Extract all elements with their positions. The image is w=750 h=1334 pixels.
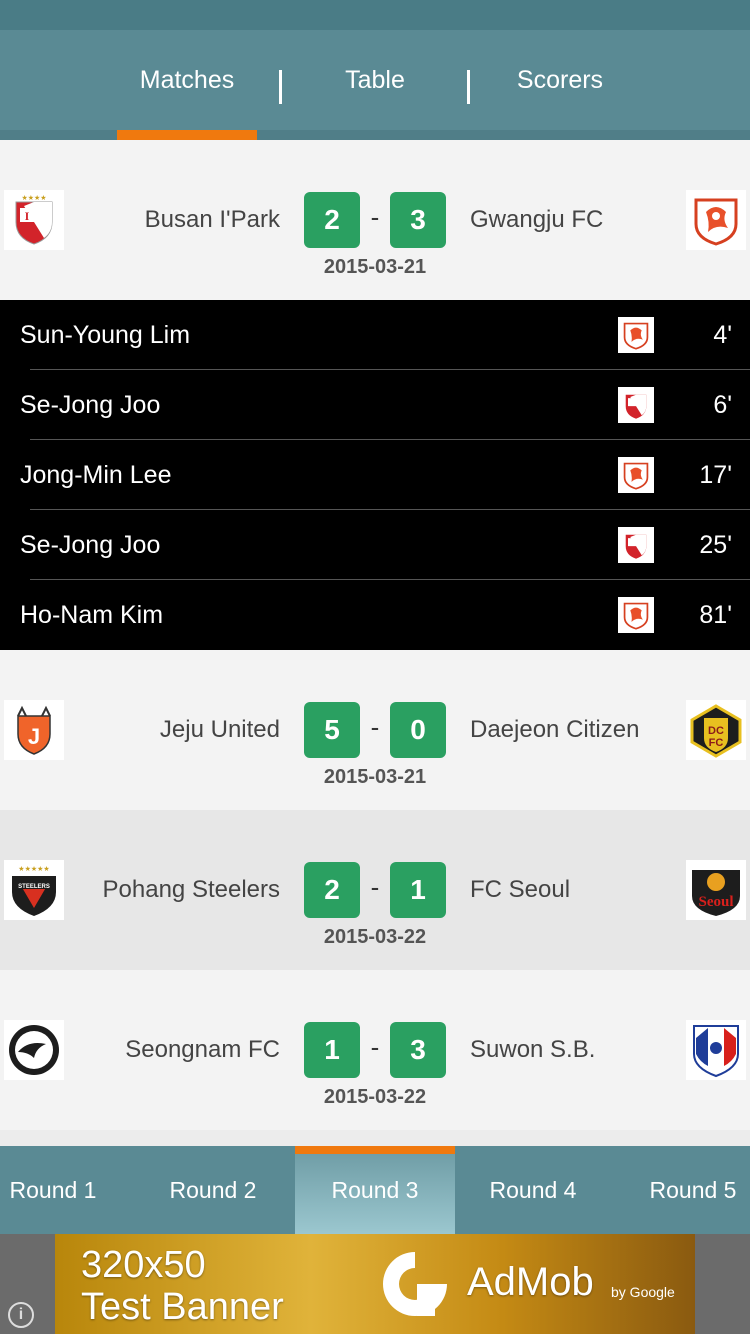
goal-scorer: Ho-Nam Kim [20,601,164,629]
round-tab-4[interactable]: Round 4 [453,1146,613,1234]
goal-minute: 81' [699,601,732,629]
tab-table[interactable]: Table [283,30,467,130]
svg-text:★★★★★: ★★★★★ [18,865,49,873]
svg-text:J: J [28,724,40,749]
home-score: 2 [304,862,360,918]
pohang-crest-icon: ★★★★★ STEELERS [4,860,64,920]
gwangju-badge-icon [618,597,654,633]
goal-scorer: Se-Jong Joo [20,391,161,419]
top-tab-bar: Matches Table Scorers [0,30,750,130]
home-team-name: Seongnam FC [125,1036,280,1063]
goal-scorer: Se-Jong Joo [20,531,161,559]
away-score: 0 [390,702,446,758]
round-tab-1[interactable]: Round 1 [0,1146,133,1234]
away-team-name: Suwon S.B. [470,1036,596,1063]
away-team-name: FC Seoul [470,876,571,903]
round-selector: Round 1 Round 2 Round 3 Round 4 Round 5 [0,1146,750,1234]
active-tab-indicator [117,130,257,140]
busan-crest-icon: I ★★★★ [4,190,64,250]
away-score: 3 [390,192,446,248]
home-score: 5 [304,702,360,758]
svg-text:DC: DC [708,725,724,737]
active-round-indicator [295,1146,455,1154]
match-row[interactable]: Seongnam FC 1 - 3 Suwon S.B. 2015-03-22 [0,970,750,1130]
home-score: 1 [304,1022,360,1078]
busan-badge-icon [618,527,654,563]
match-row[interactable]: J Jeju United 5 - 0 Daejeon Citizen DC FC… [0,650,750,810]
match-date: 2015-03-22 [323,926,427,948]
round-tab-2[interactable]: Round 2 [133,1146,293,1234]
goal-minute: 6' [713,391,732,419]
svg-text:Seoul: Seoul [698,894,733,910]
away-score: 1 [390,862,446,918]
goal-row: Se-Jong Joo 25' [0,510,750,580]
goals-panel: Sun-Young Lim 4' Se-Jong Joo 6' Jong-Min… [0,300,750,650]
goal-minute: 4' [713,321,732,349]
home-team-name: Jeju United [159,716,280,743]
ad-banner[interactable]: 320x50 Test Banner AdMob by Google i [0,1234,750,1334]
goal-scorer: Jong-Min Lee [20,461,172,489]
tab-matches[interactable]: Matches [95,30,279,130]
away-score: 3 [390,1022,446,1078]
ad-creative[interactable]: 320x50 Test Banner AdMob by Google [55,1234,695,1334]
daejeon-crest-icon: DC FC [686,700,746,760]
match-date: 2015-03-22 [323,1086,427,1108]
match-date: 2015-03-21 [323,766,427,788]
match-date: 2015-03-21 [323,256,427,278]
svg-text:★★★★: ★★★★ [21,194,46,202]
tab-divider [279,70,282,104]
gwangju-crest-icon [686,190,746,250]
goal-scorer: Sun-Young Lim [20,321,191,349]
gwangju-badge-icon [618,317,654,353]
tab-bar-shadow [0,130,750,140]
match-row[interactable]: I ★★★★ Busan I'Park 2 - 3 Gwangju FC 2015… [0,140,750,300]
info-icon[interactable]: i [8,1302,34,1328]
goal-minute: 17' [699,461,732,489]
goal-row: Jong-Min Lee 17' [0,440,750,510]
seongnam-crest-icon [4,1020,64,1080]
round-tab-5[interactable]: Round 5 [613,1146,750,1234]
status-bar [0,0,750,30]
away-team-name: Daejeon Citizen [470,716,640,743]
gwangju-badge-icon [618,457,654,493]
goal-row: Se-Jong Joo 6' [0,370,750,440]
home-team-name: Busan I'Park [144,206,280,233]
app-screen: Matches Table Scorers I ★★★★ Busan I'Park… [0,0,750,1334]
goal-minute: 25' [699,531,732,559]
seoul-crest-icon: Seoul [686,860,746,920]
tab-scorers[interactable]: Scorers [470,30,650,130]
suwon-crest-icon [686,1020,746,1080]
score-separator: - [370,202,380,232]
admob-logo-icon [377,1246,453,1322]
ad-size-label: 320x50 [81,1244,206,1286]
svg-text:I: I [25,209,30,223]
home-score: 2 [304,192,360,248]
ad-by-google: by Google [611,1284,675,1300]
svg-text:STEELERS: STEELERS [18,884,50,890]
ad-brand: AdMob [467,1260,594,1304]
score-separator: - [370,872,380,902]
busan-badge-icon [618,387,654,423]
round-tab-3[interactable]: Round 3 [295,1146,455,1234]
score-separator: - [370,712,380,742]
ad-text: 320x50 Test Banner [81,1244,284,1328]
svg-text:FC: FC [709,737,724,749]
match-row[interactable]: ★★★★★ STEELERS Pohang Steelers 2 - 1 FC S… [0,810,750,970]
jeju-crest-icon: J [4,700,64,760]
home-team-name: Pohang Steelers [102,876,280,903]
goal-row: Ho-Nam Kim 81' [0,580,750,650]
ad-test-label: Test Banner [81,1286,284,1328]
score-separator: - [370,1032,380,1062]
goal-row: Sun-Young Lim 4' [0,300,750,370]
away-team-name: Gwangju FC [470,206,604,233]
